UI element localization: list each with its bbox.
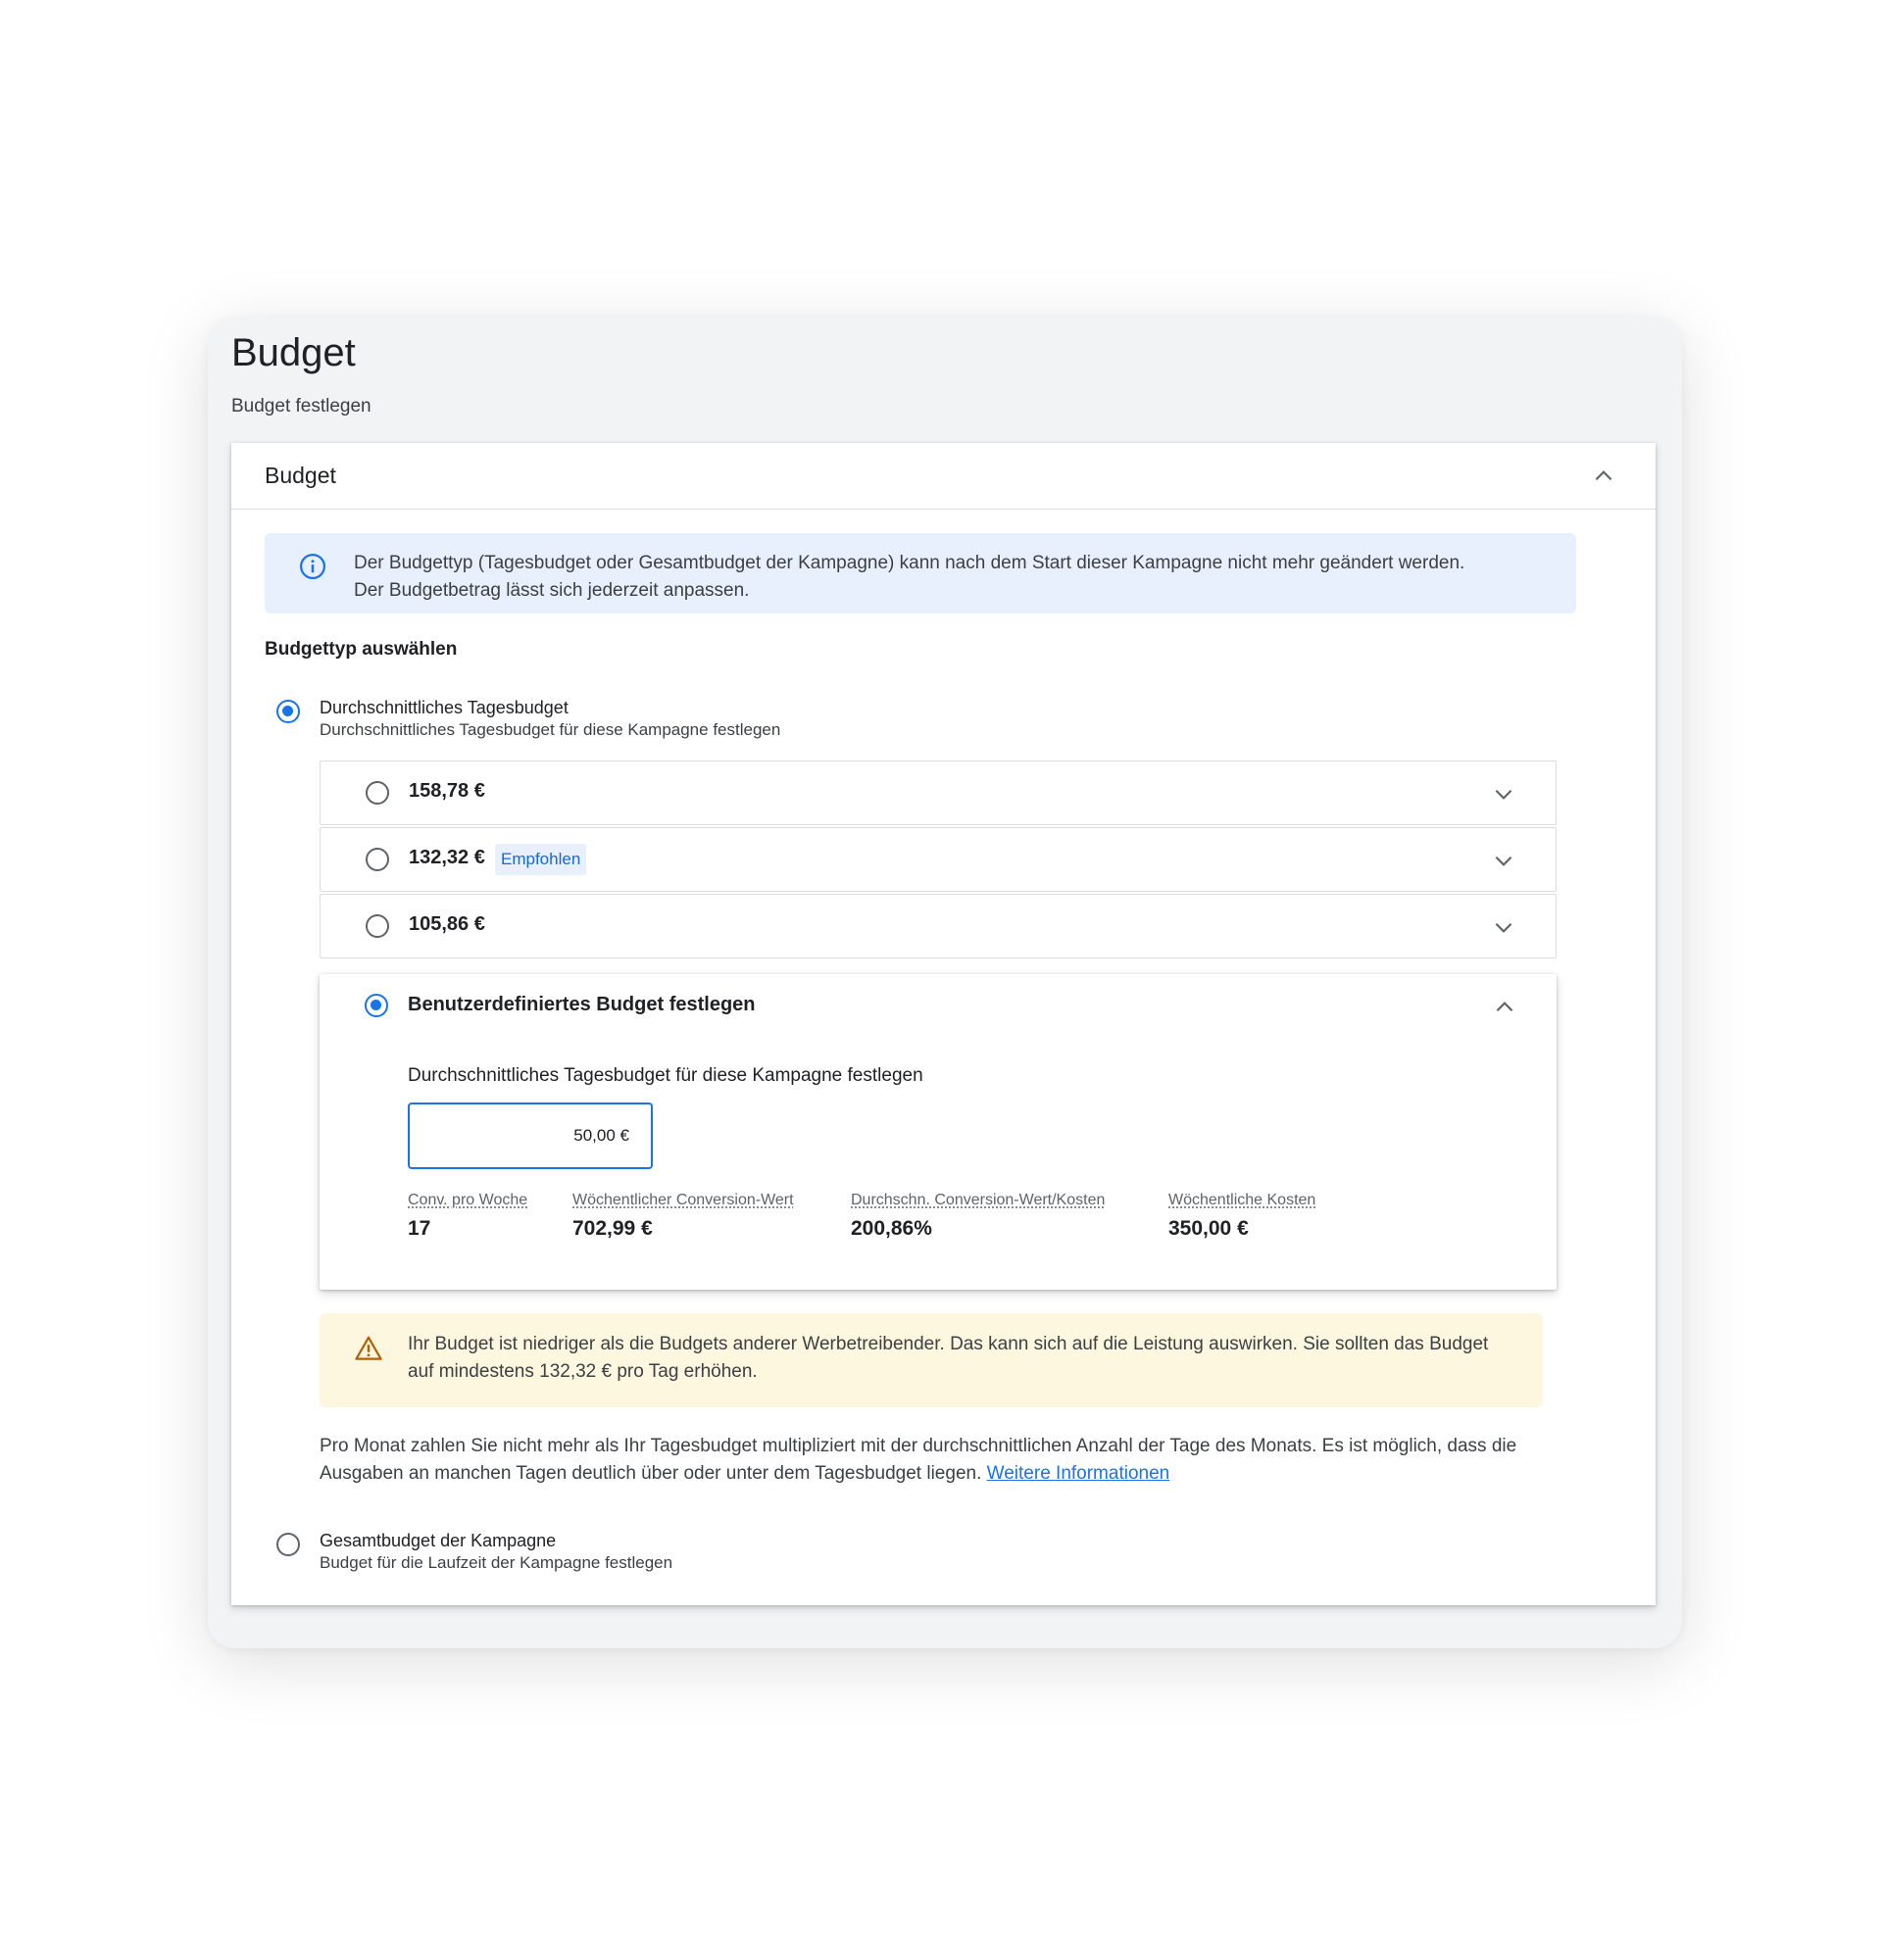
metric-value: 702,99 € bbox=[572, 1217, 653, 1240]
metric-weekly-cost: Wöchentliche Kosten 350,00 € bbox=[1168, 1192, 1315, 1241]
metric-label[interactable]: Conv. pro Woche bbox=[408, 1192, 527, 1209]
budget-choice-3[interactable]: 105,86 € bbox=[320, 894, 1557, 958]
info-icon bbox=[300, 554, 325, 579]
info-line-2: Der Budgetbetrag lässt sich jederzeit an… bbox=[354, 580, 750, 601]
chevron-down-icon[interactable] bbox=[1489, 846, 1518, 875]
daily-budget-description: Durchschnittliches Tagesbudget für diese… bbox=[320, 720, 781, 739]
metric-value: 17 bbox=[408, 1217, 431, 1240]
total-budget-title: Gesamtbudget der Kampagne bbox=[320, 1531, 557, 1550]
budget-note-text: Pro Monat zahlen Sie nicht mehr als Ihr … bbox=[320, 1436, 1517, 1484]
panel-title: Budget bbox=[265, 463, 336, 488]
info-line-1: Der Budgettyp (Tagesbudget oder Gesamtbu… bbox=[354, 553, 1465, 573]
budget-choice-2[interactable]: 132,32 € Empfohlen bbox=[320, 827, 1557, 892]
metric-value: 200,86% bbox=[851, 1217, 932, 1240]
learn-more-link[interactable]: Weitere Informationen bbox=[987, 1463, 1170, 1484]
total-budget-description: Budget für die Laufzeit der Kampagne fes… bbox=[320, 1553, 673, 1572]
custom-budget-field-label: Durchschnittliches Tagesbudget für diese… bbox=[408, 1065, 923, 1086]
daily-budget-radio[interactable] bbox=[276, 700, 300, 723]
chevron-up-icon[interactable] bbox=[1589, 462, 1618, 491]
info-banner: Der Budgettyp (Tagesbudget oder Gesamtbu… bbox=[265, 533, 1576, 613]
section-label: Budgettyp auswählen bbox=[265, 639, 458, 660]
total-budget-radio[interactable] bbox=[276, 1533, 300, 1556]
custom-budget-title[interactable]: Benutzerdefiniertes Budget festlegen bbox=[408, 994, 756, 1016]
budget-choice-1-radio[interactable] bbox=[366, 781, 389, 805]
custom-budget-input[interactable] bbox=[408, 1102, 653, 1169]
budget-choice-1[interactable]: 158,78 € bbox=[320, 760, 1557, 825]
recommended-badge: Empfohlen bbox=[495, 844, 587, 875]
budget-choice-2-amount: 132,32 € bbox=[409, 847, 485, 868]
chevron-up-icon[interactable] bbox=[1490, 993, 1519, 1022]
custom-budget-card: Benutzerdefiniertes Budget festlegen Dur… bbox=[320, 974, 1557, 1290]
metric-roas: Durchschn. Conversion-Wert/Kosten 200,86… bbox=[851, 1192, 1105, 1241]
metric-value: 350,00 € bbox=[1168, 1217, 1249, 1240]
panel-header[interactable]: Budget bbox=[231, 443, 1656, 510]
warning-banner: Ihr Budget ist niedriger als die Budgets… bbox=[320, 1313, 1543, 1407]
daily-budget-title: Durchschnittliches Tagesbudget bbox=[320, 698, 569, 717]
budget-choice-2-radio[interactable] bbox=[366, 848, 389, 871]
metric-label[interactable]: Durchschn. Conversion-Wert/Kosten bbox=[851, 1192, 1105, 1209]
custom-budget-radio[interactable] bbox=[365, 994, 388, 1017]
info-text: Der Budgettyp (Tagesbudget oder Gesamtbu… bbox=[354, 550, 1560, 605]
chevron-down-icon[interactable] bbox=[1489, 779, 1518, 808]
metric-label[interactable]: Wöchentlicher Conversion-Wert bbox=[572, 1192, 794, 1209]
metric-label[interactable]: Wöchentliche Kosten bbox=[1168, 1192, 1315, 1209]
budget-panel: Budget Der Budgettyp (Tagesbudget oder G… bbox=[231, 443, 1656, 1605]
budget-card: Budget Budget festlegen Budget Der Budge… bbox=[208, 318, 1682, 1648]
page-title: Budget bbox=[231, 331, 356, 374]
budget-choice-1-amount: 158,78 € bbox=[409, 780, 485, 802]
page-subtitle: Budget festlegen bbox=[231, 396, 371, 416]
warning-text: Ihr Budget ist niedriger als die Budgets… bbox=[408, 1334, 1489, 1382]
metric-conversions: Conv. pro Woche 17 bbox=[408, 1192, 527, 1241]
budget-choice-3-amount: 105,86 € bbox=[409, 913, 485, 935]
budget-choice-3-radio[interactable] bbox=[366, 914, 389, 938]
warning-icon bbox=[355, 1336, 382, 1360]
metric-conversion-value: Wöchentlicher Conversion-Wert 702,99 € bbox=[572, 1192, 794, 1241]
chevron-down-icon[interactable] bbox=[1489, 912, 1518, 942]
budget-note: Pro Monat zahlen Sie nicht mehr als Ihr … bbox=[320, 1433, 1564, 1488]
